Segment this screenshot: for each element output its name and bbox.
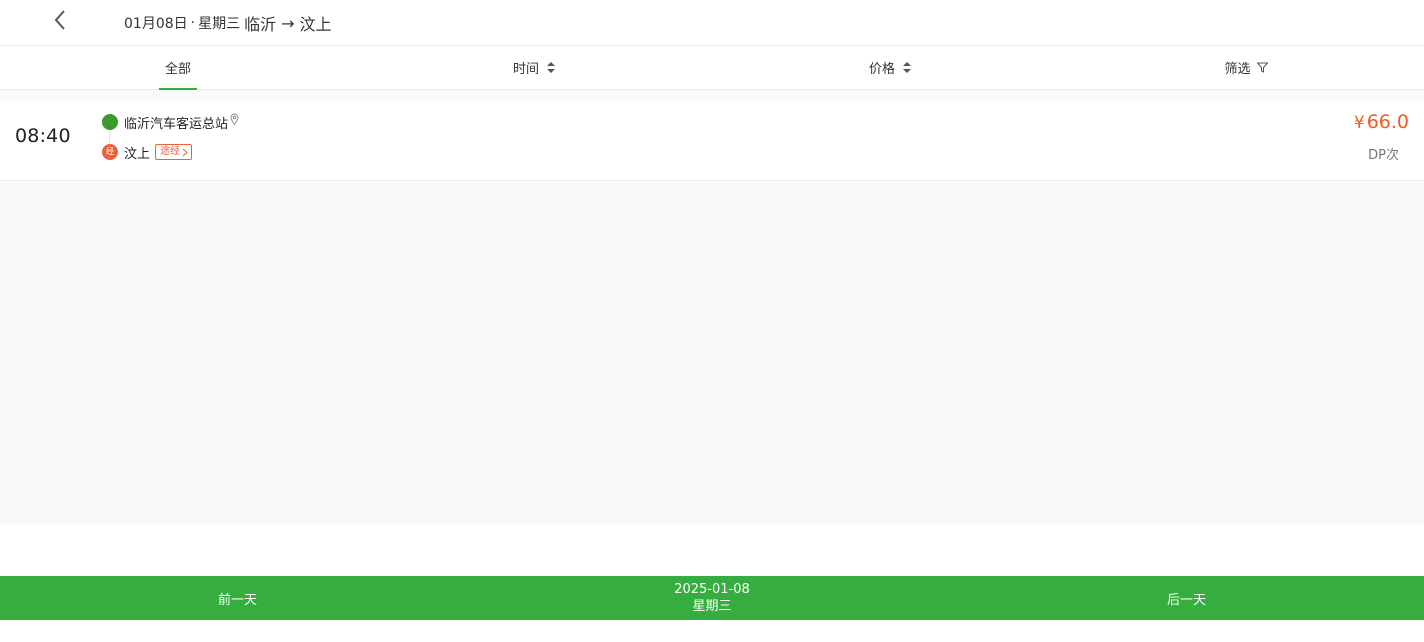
price-value: 66.0 xyxy=(1366,111,1409,133)
route-to: 汶上 xyxy=(299,15,332,34)
current-date: 2025-01-08 xyxy=(674,582,750,597)
date-navigation-bar: 前一天 2025-01-08 星期三 后一天 xyxy=(0,576,1424,620)
page-title: 01月08日 · 星期三 临沂 → 汶上 xyxy=(124,11,332,35)
current-weekday: 星期三 xyxy=(692,599,732,614)
filter-tabs: 全部 时间 价格 筛选 xyxy=(0,46,1424,90)
route-title: 临沂 → 汶上 xyxy=(244,11,331,35)
chevron-left-icon xyxy=(53,9,67,35)
start-dot-icon xyxy=(102,114,118,130)
top-header: 01月08日 · 星期三 临沂 → 汶上 xyxy=(0,0,1424,46)
header-date: 01月08日 xyxy=(124,16,188,32)
prev-day-button[interactable]: 前一天 xyxy=(0,576,475,620)
tab-price[interactable]: 价格 xyxy=(712,46,1068,89)
sort-icon xyxy=(903,62,911,73)
via-stops-label: 途经 xyxy=(160,146,181,157)
location-pin-icon[interactable] xyxy=(230,113,239,125)
next-day-button[interactable]: 后一天 xyxy=(949,576,1424,620)
end-station: 汶上 途经 xyxy=(124,142,193,162)
start-station: 临沂汽车客运总站 xyxy=(124,112,239,132)
back-button[interactable] xyxy=(44,6,76,38)
depart-time: 08:40 xyxy=(15,125,71,147)
end-station-name: 汶上 xyxy=(124,146,151,162)
currency-symbol: ¥ xyxy=(1353,113,1365,133)
via-badge: 经 xyxy=(102,144,118,160)
trip-card[interactable]: 08:40 经 临沂汽车客运总站 汶上 途经 ¥ 66.0 DP次 xyxy=(0,101,1424,181)
route-arrow: → xyxy=(281,13,295,33)
via-stops-button[interactable]: 途经 xyxy=(155,144,193,160)
tab-price-label: 价格 xyxy=(868,62,895,77)
ticket-price: ¥ 66.0 xyxy=(1354,111,1409,133)
filter-icon xyxy=(1256,62,1268,73)
tab-filter-label: 筛选 xyxy=(1224,62,1251,77)
start-station-name: 临沂汽车客运总站 xyxy=(124,116,229,132)
current-date-button[interactable]: 2025-01-08 星期三 xyxy=(475,576,949,620)
tab-time-label: 时间 xyxy=(512,62,539,77)
sort-icon xyxy=(547,62,555,73)
tab-all-label: 全部 xyxy=(164,62,191,77)
header-separator: · xyxy=(190,15,196,31)
tab-time[interactable]: 时间 xyxy=(356,46,712,89)
route-from: 临沂 xyxy=(244,15,277,34)
tab-all[interactable]: 全部 xyxy=(0,46,356,89)
bus-number: DP次 xyxy=(1368,148,1399,163)
header-weekday: 星期三 xyxy=(198,16,241,32)
tab-filter[interactable]: 筛选 xyxy=(1068,46,1424,89)
chevron-right-icon xyxy=(182,148,188,157)
